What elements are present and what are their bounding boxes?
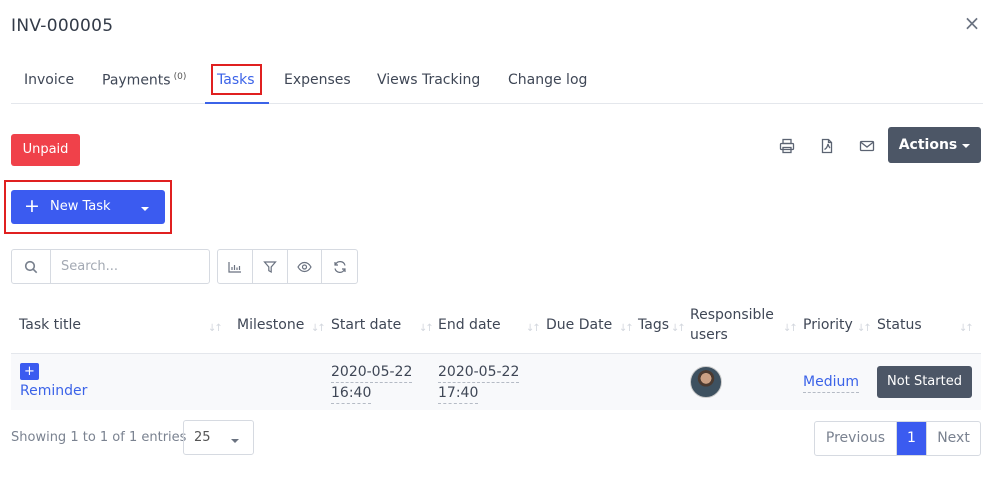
tab-payments-label: Payments bbox=[102, 72, 171, 89]
sort-icon[interactable]: ↓↑ bbox=[208, 323, 223, 334]
sort-icon[interactable]: ↓↑ bbox=[783, 323, 798, 334]
sort-icon[interactable]: ↓↑ bbox=[671, 323, 686, 334]
col-milestone[interactable]: Milestone bbox=[237, 315, 304, 335]
task-title-link[interactable]: Reminder bbox=[20, 381, 87, 401]
tab-invoice-label: Invoice bbox=[24, 72, 75, 88]
start-time: 16:40 bbox=[331, 383, 372, 404]
col-due-date[interactable]: Due Date bbox=[546, 315, 612, 335]
pdf-icon[interactable] bbox=[817, 136, 837, 156]
tab-views-tracking-label: Views Tracking bbox=[377, 72, 481, 88]
col-responsible-users[interactable]: Responsible users bbox=[690, 305, 785, 345]
actions-dropdown-button[interactable]: Actions bbox=[888, 127, 981, 163]
sort-icon[interactable]: ↓↑ bbox=[526, 323, 541, 334]
search-icon bbox=[12, 250, 51, 283]
col-end-date[interactable]: End date bbox=[438, 315, 501, 335]
actions-label: Actions bbox=[898, 137, 958, 153]
page-1-button[interactable]: 1 bbox=[897, 422, 926, 455]
eye-icon[interactable] bbox=[288, 250, 323, 283]
col-start-date[interactable]: Start date bbox=[331, 315, 401, 335]
tab-bar: Invoice Payments (0) Tasks Expenses Views… bbox=[11, 64, 983, 104]
sort-icon[interactable]: ↓↑ bbox=[959, 323, 974, 334]
tab-expenses-label: Expenses bbox=[284, 72, 351, 88]
col-tags[interactable]: Tags bbox=[638, 315, 669, 335]
table-header: Task title ↓↑ Milestone ↓↑ Start date ↓↑… bbox=[11, 300, 981, 354]
col-priority[interactable]: Priority bbox=[803, 315, 853, 335]
highlight-box-new-task bbox=[4, 180, 172, 234]
table-tools bbox=[217, 249, 358, 284]
next-page-button[interactable]: Next bbox=[926, 422, 980, 455]
chevron-down-icon bbox=[231, 439, 239, 443]
col-status[interactable]: Status bbox=[877, 315, 922, 335]
entries-info: Showing 1 to 1 of 1 entries bbox=[11, 430, 187, 445]
table-row: + Reminder 2020-05-22 16:40 2020-05-22 1… bbox=[11, 354, 981, 410]
priority-link[interactable]: Medium bbox=[803, 372, 859, 393]
pagination: Previous 1 Next bbox=[814, 421, 981, 456]
page-size-select[interactable]: 25 bbox=[183, 420, 254, 455]
previous-page-button[interactable]: Previous bbox=[815, 422, 897, 455]
tab-change-log[interactable]: Change log bbox=[508, 72, 587, 88]
print-icon[interactable] bbox=[777, 136, 797, 156]
end-date-cell: 2020-05-22 17:40 bbox=[438, 362, 520, 404]
status-badge-unpaid: Unpaid bbox=[11, 134, 80, 166]
modal-title: INV-000005 bbox=[11, 16, 114, 36]
payments-count: (0) bbox=[173, 72, 187, 82]
chevron-down-icon bbox=[962, 144, 971, 148]
sort-icon[interactable]: ↓↑ bbox=[311, 323, 326, 334]
end-time: 17:40 bbox=[438, 383, 479, 404]
col-task-title[interactable]: Task title bbox=[19, 315, 81, 335]
close-icon[interactable]: × bbox=[962, 13, 982, 33]
end-date: 2020-05-22 bbox=[438, 362, 520, 383]
chart-icon[interactable] bbox=[218, 250, 253, 283]
tab-invoice[interactable]: Invoice bbox=[24, 72, 74, 88]
highlight-box-tasks-tab bbox=[211, 64, 262, 95]
active-tab-underline bbox=[205, 102, 269, 104]
task-status-badge[interactable]: Not Started bbox=[877, 366, 972, 398]
start-date: 2020-05-22 bbox=[331, 362, 413, 383]
tab-payments[interactable]: Payments (0) bbox=[102, 72, 186, 89]
expand-row-button[interactable]: + bbox=[20, 363, 39, 380]
tab-expenses[interactable]: Expenses bbox=[284, 72, 351, 88]
search-box bbox=[11, 249, 210, 284]
sort-icon[interactable]: ↓↑ bbox=[619, 323, 634, 334]
mail-icon[interactable] bbox=[857, 136, 877, 156]
sort-icon[interactable]: ↓↑ bbox=[857, 323, 872, 334]
sort-icon[interactable]: ↓↑ bbox=[419, 323, 434, 334]
search-input[interactable] bbox=[52, 250, 208, 283]
refresh-icon[interactable] bbox=[322, 250, 357, 283]
avatar[interactable] bbox=[690, 366, 722, 398]
tab-change-log-label: Change log bbox=[508, 72, 588, 88]
start-date-cell: 2020-05-22 16:40 bbox=[331, 362, 413, 404]
page-size-value: 25 bbox=[194, 430, 211, 445]
tab-views-tracking[interactable]: Views Tracking bbox=[377, 72, 480, 88]
filter-icon[interactable] bbox=[253, 250, 288, 283]
